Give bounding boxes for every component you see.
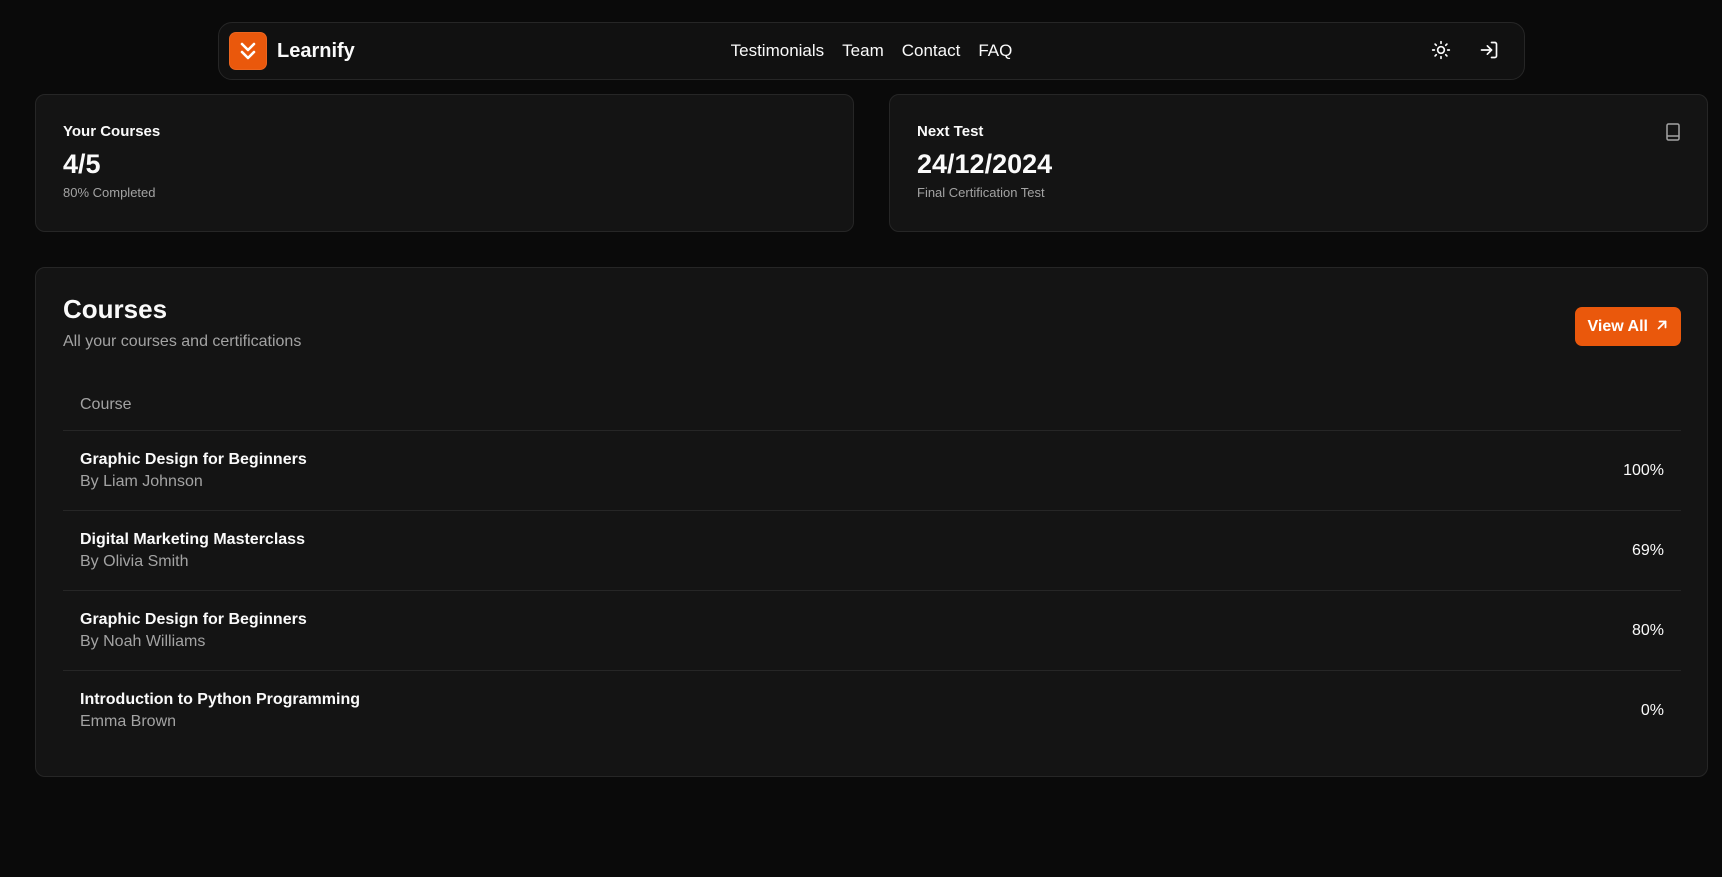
- nav-link-faq[interactable]: FAQ: [978, 41, 1012, 61]
- next-test-card: Next Test 24/12/2024 Final Certification…: [889, 94, 1708, 232]
- course-progress: 80%: [1631, 621, 1664, 639]
- course-progress: 0%: [1640, 702, 1664, 719]
- table-row[interactable]: Graphic Design for Beginners By Liam Joh…: [63, 431, 1681, 511]
- next-test-description: Final Certification Test: [917, 185, 1045, 200]
- nav-link-team[interactable]: Team: [842, 41, 884, 61]
- course-info: Introduction to Python Programming Emma …: [80, 691, 360, 731]
- table-row[interactable]: Digital Marketing Masterclass By Olivia …: [63, 511, 1681, 591]
- course-info: Digital Marketing Masterclass By Olivia …: [80, 531, 305, 571]
- nav-actions: [1426, 36, 1514, 66]
- book-icon: [1665, 123, 1681, 146]
- course-author: By Liam Johnson: [80, 472, 203, 490]
- theme-toggle-button[interactable]: [1426, 36, 1456, 66]
- logo-chevrons-icon: [229, 32, 267, 70]
- course-progress: 100%: [1623, 461, 1664, 479]
- nav-link-testimonials[interactable]: Testimonials: [731, 41, 825, 61]
- view-all-label: View All: [1587, 317, 1648, 335]
- courses-panel: Courses All your courses and certificati…: [35, 267, 1708, 777]
- course-info: Graphic Design for Beginners By Noah Wil…: [80, 611, 307, 651]
- course-name: Digital Marketing Masterclass: [80, 530, 305, 548]
- your-courses-title: Your Courses: [63, 123, 161, 140]
- course-progress: 69%: [1631, 541, 1664, 559]
- course-author: By Olivia Smith: [80, 552, 189, 570]
- course-name: Graphic Design for Beginners: [80, 450, 307, 468]
- column-header-course: Course: [80, 396, 132, 413]
- courses-subtitle: All your courses and certifications: [63, 333, 302, 350]
- next-test-title: Next Test: [917, 123, 984, 140]
- login-icon: [1479, 40, 1499, 63]
- next-test-date: 24/12/2024: [917, 149, 1053, 179]
- arrow-up-right-icon: [1656, 318, 1668, 336]
- table-header: Course: [63, 380, 1681, 431]
- your-courses-card: Your Courses 4/5 80% Completed: [35, 94, 854, 232]
- your-courses-completion: 80% Completed: [63, 185, 156, 200]
- course-author: By Noah Williams: [80, 632, 206, 650]
- nav-link-contact[interactable]: Contact: [902, 41, 961, 61]
- nav-links: Testimonials Team Contact FAQ: [219, 23, 1524, 79]
- courses-title: Courses: [63, 294, 168, 324]
- top-navbar: Learnify Testimonials Team Contact FAQ: [218, 22, 1525, 80]
- login-button[interactable]: [1474, 36, 1504, 66]
- course-author: Emma Brown: [80, 713, 177, 730]
- table-row[interactable]: Introduction to Python Programming Emma …: [63, 671, 1681, 751]
- brand-name: Learnify: [277, 39, 355, 62]
- sun-icon: [1431, 40, 1451, 63]
- brand-home-link[interactable]: Learnify: [229, 32, 355, 70]
- course-name: Introduction to Python Programming: [80, 691, 360, 708]
- view-all-button[interactable]: View All: [1574, 307, 1681, 346]
- your-courses-value: 4/5: [63, 149, 101, 179]
- course-info: Graphic Design for Beginners By Liam Joh…: [80, 451, 307, 491]
- course-name: Graphic Design for Beginners: [80, 610, 307, 628]
- table-row[interactable]: Graphic Design for Beginners By Noah Wil…: [63, 591, 1681, 671]
- courses-table: Course Graphic Design for Beginners By L…: [63, 380, 1681, 751]
